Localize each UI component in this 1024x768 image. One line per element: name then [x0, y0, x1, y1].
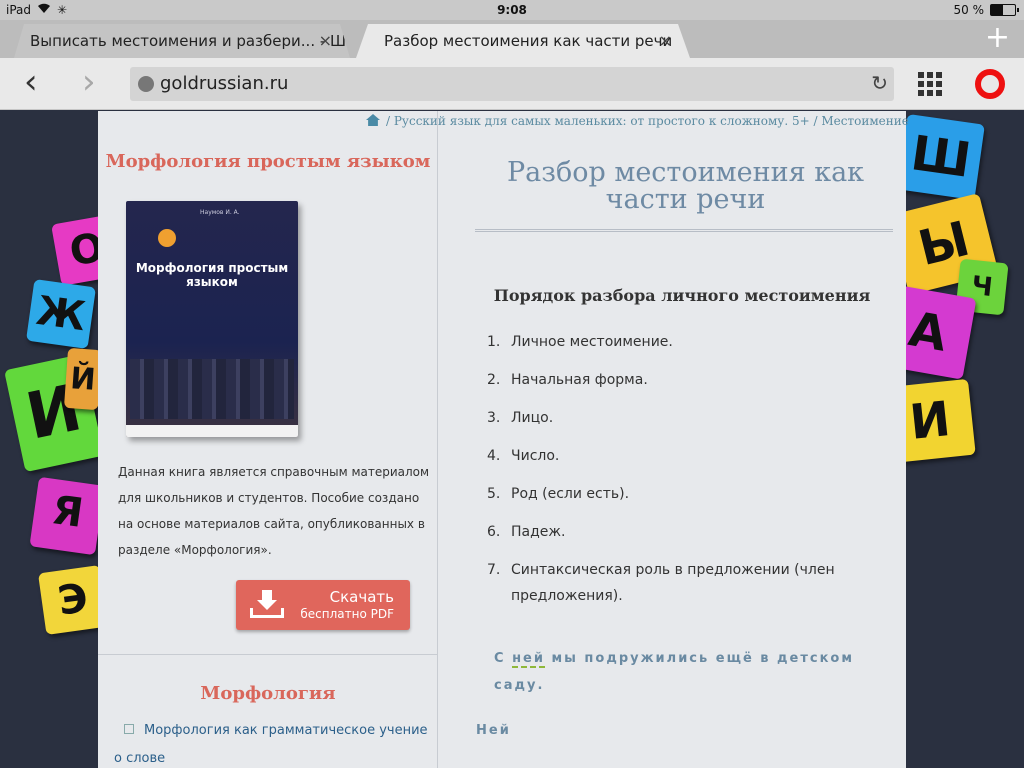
title-divider [475, 229, 893, 232]
download-icon [250, 590, 284, 618]
parsed-word: Ней [476, 723, 511, 738]
download-pdf-button[interactable]: Скачать бесплатно PDF [236, 580, 410, 630]
sidebar-divider [98, 654, 438, 655]
list-item: 7. Синтаксическая роль в предложении (чле… [487, 562, 835, 604]
status-bar: iPad ✳ 9:08 50 % [0, 0, 1024, 20]
sidebar: Морфология простым языком Наумов И. А. М… [98, 111, 438, 768]
download-sublabel: бесплатно PDF [300, 607, 394, 621]
browser-toolbar: ‹ › goldrussian.ru ↻ [0, 58, 1024, 110]
book-cover[interactable]: Наумов И. А. Морфология простым языком [126, 201, 298, 437]
close-tab-icon[interactable]: × [319, 31, 332, 50]
page-content: / Русский язык для самых маленьких: от п… [98, 111, 909, 768]
new-tab-button[interactable]: + [985, 23, 1010, 53]
book-description: Данная книга является справочным материа… [118, 465, 430, 557]
list-item: 2. Начальная форма. [487, 372, 648, 388]
sidebar-link-text[interactable]: Морфология как грамматическое учение о с… [114, 723, 428, 766]
page-title: Разбор местоимения как части речи [439, 159, 932, 213]
download-label: Скачать [329, 588, 394, 606]
book-author: Наумов И. А. [200, 209, 240, 216]
tab-title: Выписать местоимения и разбери... - Шк [30, 32, 350, 50]
battery-percent: 50 % [953, 3, 985, 17]
letter-tile: Я [29, 476, 105, 556]
sidebar-link[interactable]: Морфология как грамматическое учение о с… [114, 717, 430, 768]
forward-button[interactable]: › [82, 65, 96, 99]
tab-bar: Выписать местоимения и разбери... - Шк ×… [0, 20, 1024, 58]
highlighted-pronoun: ней [512, 651, 545, 668]
link-bullet-icon [124, 724, 134, 734]
list-item: 1. Личное местоимение. [487, 334, 673, 350]
tab-title: Разбор местоимения как части речи [384, 32, 673, 50]
opera-menu-icon[interactable] [975, 69, 1005, 99]
book-cover-title: Морфология простым языком [135, 261, 289, 289]
list-item: 6. Падеж. [487, 524, 566, 540]
article: Разбор местоимения как части речи Порядо… [439, 111, 906, 768]
book-sun-decoration [158, 229, 176, 247]
tab-inactive[interactable]: Выписать местоимения и разбери... - Шк × [14, 24, 350, 58]
page-title-line-2: части речи [605, 184, 766, 215]
sidebar-section-title: Морфология [200, 683, 336, 704]
book-city-illustration [130, 359, 294, 419]
section-title: Порядок разбора личного местоимения [493, 286, 871, 305]
example-sentence: С ней мы подружились ещё в детском саду. [494, 651, 854, 693]
page-title-line-1: Разбор местоимения как [506, 157, 865, 188]
address-bar[interactable]: goldrussian.ru ↻ [130, 67, 894, 101]
tab-active[interactable]: Разбор местоимения как части речи × [356, 24, 690, 58]
globe-icon [138, 76, 154, 92]
parsing-steps-list: 1. Личное местоимение. 2. Начальная форма.… [487, 329, 887, 621]
clock: 9:08 [497, 3, 527, 17]
list-item: 4. Число. [487, 448, 560, 464]
url-text: goldrussian.ru [160, 73, 289, 94]
reload-button[interactable]: ↻ [871, 71, 888, 95]
speed-dial-grid-icon[interactable] [918, 72, 942, 96]
letter-tile: Й [63, 347, 103, 411]
back-button[interactable]: ‹ [24, 65, 38, 99]
battery-icon [990, 4, 1019, 16]
list-item: 3. Лицо. [487, 410, 554, 426]
close-tab-icon[interactable]: × [659, 31, 672, 50]
letter-tile: Ж [25, 278, 97, 350]
list-item: 5. Род (если есть). [487, 486, 630, 502]
sidebar-book-title: Морфология простым языком [105, 151, 431, 172]
web-page: О Ж И Я Э Й Ш Ы Ч А И / Русский язык для… [0, 111, 1024, 768]
